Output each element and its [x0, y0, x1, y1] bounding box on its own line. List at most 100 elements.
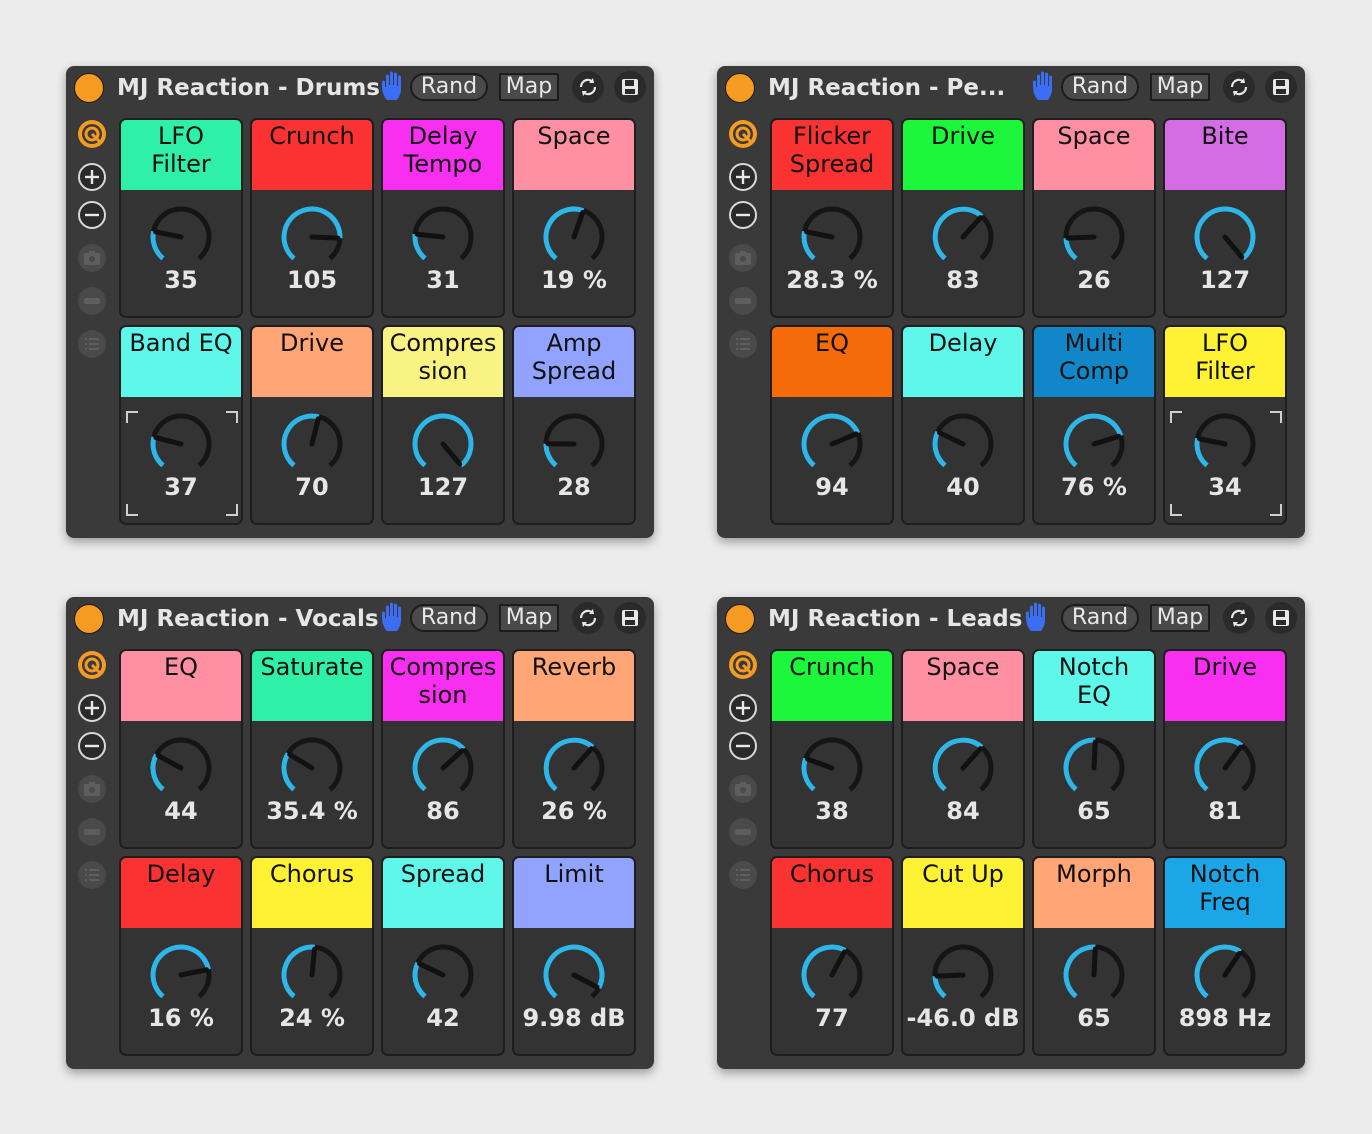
macro-knob[interactable]	[799, 204, 865, 274]
macro-knob[interactable]	[799, 411, 865, 481]
variation-list-icon[interactable]	[727, 328, 759, 360]
macro-knob[interactable]	[1061, 942, 1127, 1012]
macro-knob-cell[interactable]: Crunch 105	[250, 118, 374, 318]
map-button[interactable]: Map	[1150, 604, 1210, 632]
macro-knob[interactable]	[799, 942, 865, 1012]
macro-knob-cell[interactable]: Band EQ 37	[119, 325, 243, 525]
macro-knob-cell[interactable]: Morph 65	[1032, 856, 1156, 1056]
macro-knob-cell[interactable]: LFO Filter 34	[1163, 325, 1287, 525]
macro-label[interactable]: Amp Spread	[514, 327, 634, 397]
macro-knob-cell[interactable]: Notch Freq 898 Hz	[1163, 856, 1287, 1056]
macro-knob-cell[interactable]: Bite 127	[1163, 118, 1287, 318]
macro-knob[interactable]	[930, 204, 996, 274]
save-preset-icon[interactable]	[1265, 71, 1297, 103]
snapshot-camera-icon[interactable]	[727, 242, 759, 274]
macro-label[interactable]: Delay	[903, 327, 1023, 397]
macro-knob-cell[interactable]: Crunch 38	[770, 649, 894, 849]
macro-label[interactable]: Saturate	[252, 651, 372, 721]
macro-knob-cell[interactable]: Chorus 24 %	[250, 856, 374, 1056]
macro-label[interactable]: Bite	[1165, 120, 1285, 190]
macro-label[interactable]: LFO Filter	[1165, 327, 1285, 397]
macro-knob[interactable]	[1192, 411, 1258, 481]
save-preset-icon[interactable]	[614, 71, 646, 103]
macro-label[interactable]: Chorus	[252, 858, 372, 928]
macro-knob[interactable]	[148, 204, 214, 274]
macro-knob[interactable]	[1192, 942, 1258, 1012]
macro-label[interactable]: Space	[903, 651, 1023, 721]
macro-label[interactable]: Compres sion	[383, 327, 503, 397]
macro-knob[interactable]	[279, 942, 345, 1012]
macro-knob-cell[interactable]: Cut Up -46.0 dB	[901, 856, 1025, 1056]
randomize-refresh-icon[interactable]	[572, 602, 604, 634]
macro-label[interactable]: EQ	[772, 327, 892, 397]
device-power-button[interactable]	[725, 604, 755, 634]
macro-knob[interactable]	[930, 411, 996, 481]
macro-knob[interactable]	[541, 411, 607, 481]
macro-knob[interactable]	[799, 735, 865, 805]
macro-knob[interactable]	[410, 735, 476, 805]
macro-knob-cell[interactable]: Chorus 77	[770, 856, 894, 1056]
macro-knob-cell[interactable]: Space 26	[1032, 118, 1156, 318]
macro-label[interactable]: Band EQ	[121, 327, 241, 397]
macro-knob[interactable]	[279, 411, 345, 481]
macro-knob[interactable]	[148, 942, 214, 1012]
rack-map-icon[interactable]	[76, 118, 108, 150]
snapshot-camera-icon[interactable]	[76, 242, 108, 274]
randomize-refresh-icon[interactable]	[1223, 71, 1255, 103]
device-power-button[interactable]	[74, 604, 104, 634]
add-macro-icon[interactable]	[76, 692, 108, 724]
macro-knob-cell[interactable]: Spread 42	[381, 856, 505, 1056]
map-button[interactable]: Map	[1150, 73, 1210, 101]
macro-label[interactable]: Multi Comp	[1034, 327, 1154, 397]
macro-label[interactable]: Delay Tempo	[383, 120, 503, 190]
variation-list-icon[interactable]	[76, 328, 108, 360]
macro-knob[interactable]	[1061, 204, 1127, 274]
macro-knob-cell[interactable]: LFO Filter 35	[119, 118, 243, 318]
macro-knob[interactable]	[410, 204, 476, 274]
variation-bar-icon[interactable]	[727, 816, 759, 848]
macro-knob[interactable]	[148, 411, 214, 481]
macro-knob[interactable]	[930, 735, 996, 805]
rack-map-icon[interactable]	[727, 118, 759, 150]
macro-label[interactable]: LFO Filter	[121, 120, 241, 190]
macro-knob-cell[interactable]: Reverb 26 %	[512, 649, 636, 849]
macro-label[interactable]: Crunch	[772, 651, 892, 721]
macro-label[interactable]: Morph	[1034, 858, 1154, 928]
macro-knob[interactable]	[1192, 204, 1258, 274]
remove-macro-icon[interactable]	[76, 730, 108, 762]
macro-knob-cell[interactable]: Drive 83	[901, 118, 1025, 318]
randomize-refresh-icon[interactable]	[572, 71, 604, 103]
rand-button[interactable]: Rand	[1061, 73, 1139, 101]
variation-bar-icon[interactable]	[76, 285, 108, 317]
macro-label[interactable]: Cut Up	[903, 858, 1023, 928]
macro-label[interactable]: Spread	[383, 858, 503, 928]
add-macro-icon[interactable]	[727, 161, 759, 193]
macro-knob-cell[interactable]: Space 84	[901, 649, 1025, 849]
rand-button[interactable]: Rand	[410, 604, 488, 632]
randomize-refresh-icon[interactable]	[1223, 602, 1255, 634]
macro-knob[interactable]	[410, 942, 476, 1012]
macro-label[interactable]: Crunch	[252, 120, 372, 190]
macro-label[interactable]: Limit	[514, 858, 634, 928]
macro-label[interactable]: Drive	[903, 120, 1023, 190]
macro-knob[interactable]	[148, 735, 214, 805]
hand-icon[interactable]	[1030, 70, 1060, 102]
map-button[interactable]: Map	[499, 604, 559, 632]
save-preset-icon[interactable]	[1265, 602, 1297, 634]
macro-label[interactable]: Space	[1034, 120, 1154, 190]
macro-knob-cell[interactable]: Space 19 %	[512, 118, 636, 318]
variation-bar-icon[interactable]	[76, 816, 108, 848]
macro-knob-cell[interactable]: Flicker Spread 28.3 %	[770, 118, 894, 318]
macro-knob[interactable]	[279, 204, 345, 274]
hand-icon[interactable]	[379, 601, 409, 633]
macro-knob-cell[interactable]: Compres sion 127	[381, 325, 505, 525]
device-power-button[interactable]	[74, 73, 104, 103]
macro-knob-cell[interactable]: Delay 16 %	[119, 856, 243, 1056]
macro-knob-cell[interactable]: EQ 44	[119, 649, 243, 849]
add-macro-icon[interactable]	[727, 692, 759, 724]
macro-knob[interactable]	[541, 204, 607, 274]
macro-knob-cell[interactable]: Delay 40	[901, 325, 1025, 525]
save-preset-icon[interactable]	[614, 602, 646, 634]
rack-map-icon[interactable]	[76, 649, 108, 681]
macro-knob[interactable]	[541, 942, 607, 1012]
